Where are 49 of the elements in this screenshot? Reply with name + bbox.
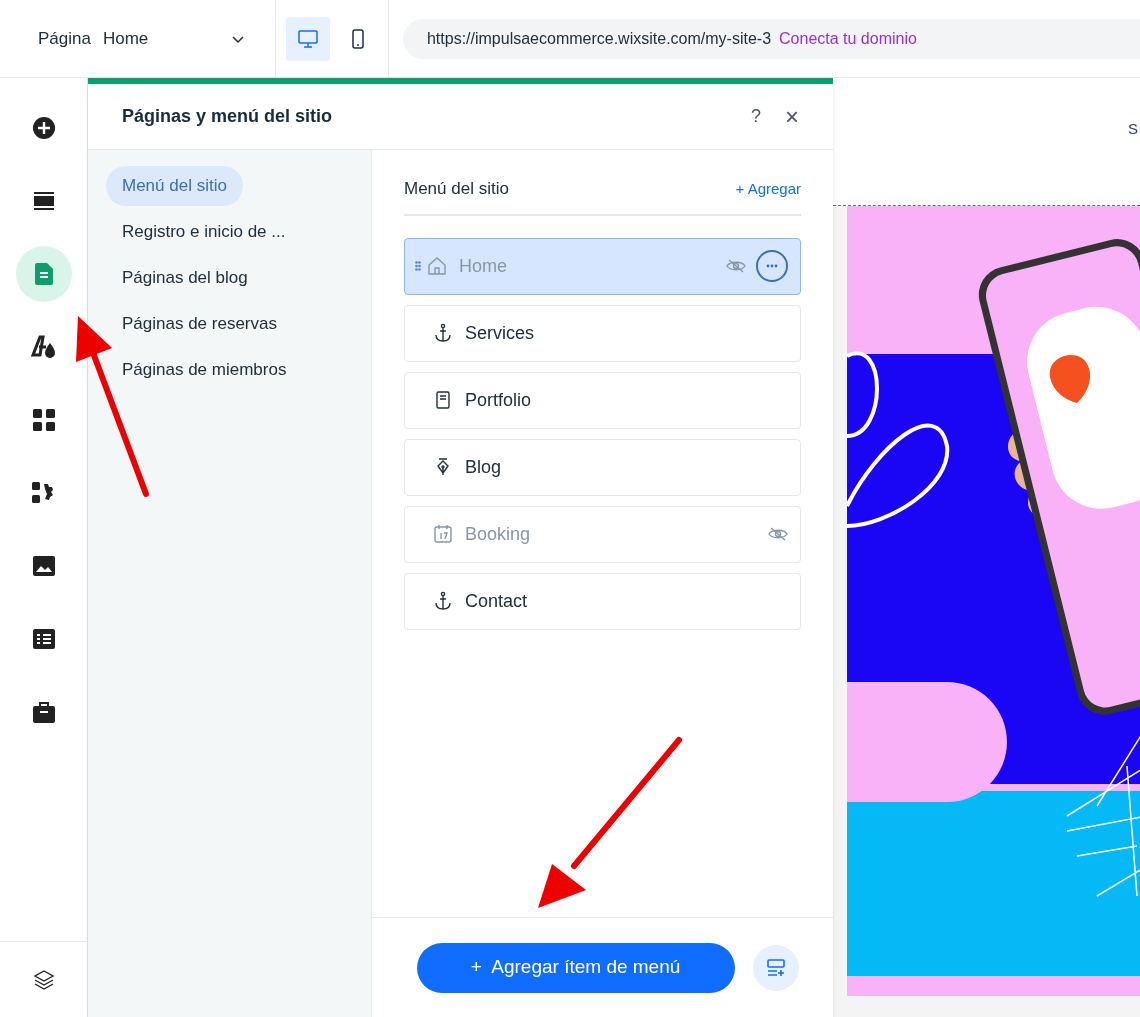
sections-icon (32, 191, 55, 211)
help-button[interactable]: ? (750, 103, 761, 130)
table-icon (32, 629, 55, 649)
panel-nav-item[interactable]: Páginas del blog (106, 258, 264, 298)
menu-item-label: Contact (465, 589, 529, 613)
add-link[interactable]: + Agregar (735, 177, 801, 200)
panel-title: Páginas y menú del sitio (122, 105, 333, 128)
site-nav-text: S (1128, 119, 1139, 139)
menu-item[interactable]: Services (404, 304, 801, 362)
panel-nav-item[interactable]: Páginas de miembros (106, 350, 303, 390)
menu-item-label: Booking (465, 522, 532, 546)
apps-gear-icon (31, 482, 56, 504)
add-menu-item-button[interactable]: + Agregar ítem de menú (416, 942, 735, 993)
menu-item-label: Home (459, 254, 508, 278)
menu-item[interactable]: Blog (404, 438, 801, 496)
hidden-eye-icon (768, 526, 788, 542)
page-label: Página (38, 27, 91, 50)
home-icon (427, 256, 447, 276)
menu-item[interactable]: Portfolio (404, 371, 801, 429)
url-bar[interactable]: https://impulsaecommerce.wixsite.com/my-site-3 Conecta tu dominio (402, 18, 1140, 59)
anchor-icon (433, 591, 453, 611)
hidden-eye-icon (726, 258, 746, 274)
menu-item-label: Services (465, 321, 536, 345)
menu-heading: Menú del sitio (404, 178, 509, 200)
calendar-icon (433, 524, 453, 544)
menu-item[interactable]: Contact (404, 572, 801, 630)
panel-nav-item[interactable]: Menú del sitio (106, 166, 243, 206)
add-icon (31, 116, 56, 140)
briefcase-icon (32, 701, 55, 723)
close-button[interactable]: × (785, 98, 799, 135)
page-icon (34, 263, 53, 285)
menu-item-label: Blog (465, 455, 503, 479)
more-icon (766, 264, 778, 268)
panel-nav-item[interactable]: Páginas de reservas (106, 304, 293, 344)
panel-nav-item[interactable]: Registro e inicio de ... (106, 212, 302, 252)
font-color-icon (30, 335, 57, 359)
site-url: https://impulsaecommerce.wixsite.com/my-site-3 (426, 28, 772, 49)
more-options-button[interactable] (756, 250, 788, 282)
page-dropdown[interactable]: Home (102, 25, 245, 52)
menu-item-label: Portfolio (465, 388, 533, 412)
connect-domain-link[interactable]: Conecta tu dominio (779, 26, 917, 51)
anchor-icon (433, 323, 453, 343)
add-list-item-icon (764, 956, 787, 979)
drag-handle-icon[interactable] (415, 261, 421, 271)
image-icon (32, 556, 55, 576)
document-icon (433, 390, 453, 410)
device-toggle[interactable] (285, 16, 330, 61)
layers-icon (32, 968, 55, 991)
apps-grid-icon (32, 409, 55, 431)
